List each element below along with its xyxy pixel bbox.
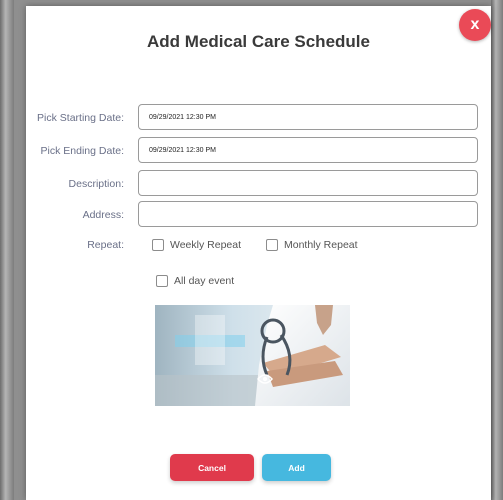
description-input[interactable] (138, 170, 478, 196)
doctor-illustration (155, 305, 350, 406)
repeat-row: Repeat: Weekly Repeat Monthly Repeat (26, 235, 491, 255)
cancel-button[interactable]: Cancel (170, 454, 254, 481)
close-icon: x (470, 16, 480, 33)
monthly-repeat-label: Monthly Repeat (284, 239, 358, 251)
address-row: Address: (26, 201, 491, 229)
all-day-label: All day event (174, 275, 235, 287)
monthly-repeat-checkbox[interactable]: Monthly Repeat (266, 239, 358, 251)
close-button[interactable]: x (459, 9, 491, 41)
end-date-row: Pick Ending Date: 09/29/2021 12:30 PM (26, 137, 491, 165)
modal-title: Add Medical Care Schedule (147, 32, 370, 51)
eye-icon[interactable] (257, 373, 273, 385)
start-date-input[interactable]: 09/29/2021 12:30 PM (138, 104, 478, 130)
address-label: Address: (82, 209, 124, 221)
address-input[interactable] (138, 201, 478, 227)
end-date-label: Pick Ending Date: (40, 145, 124, 157)
checkbox-box[interactable] (266, 239, 278, 251)
weekly-repeat-label: Weekly Repeat (170, 239, 242, 251)
description-label: Description: (68, 178, 124, 190)
schedule-modal: Add Medical Care Schedule Pick Starting … (26, 6, 491, 500)
start-date-label: Pick Starting Date: (37, 112, 124, 124)
all-day-checkbox[interactable]: All day event (156, 275, 234, 287)
end-date-input[interactable]: 09/29/2021 12:30 PM (138, 137, 478, 163)
doctor-photo (155, 305, 350, 406)
backdrop-left (0, 0, 14, 500)
weekly-repeat-checkbox[interactable]: Weekly Repeat (152, 239, 241, 251)
backdrop-right (491, 0, 503, 500)
start-date-row: Pick Starting Date: 09/29/2021 12:30 PM (26, 104, 491, 132)
checkbox-box[interactable] (152, 239, 164, 251)
description-row: Description: (26, 170, 491, 198)
add-button[interactable]: Add (262, 454, 331, 481)
repeat-label: Repeat: (87, 239, 124, 251)
checkbox-box[interactable] (156, 275, 168, 287)
